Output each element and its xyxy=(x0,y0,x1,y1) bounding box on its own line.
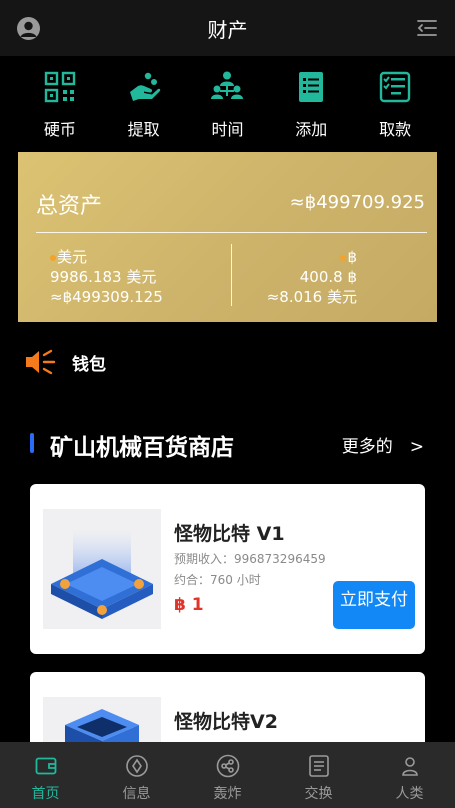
btc-balance: ฿ 400.8 ฿ ≈8.016 美元 xyxy=(267,247,357,307)
product-duration: 约合：760 小时 xyxy=(174,573,261,587)
quick-action-time[interactable]: 时间 xyxy=(195,70,259,140)
wallet-row[interactable]: 钱包 xyxy=(24,344,224,380)
bullet-dot xyxy=(340,254,347,261)
qr-grid-icon xyxy=(44,71,76,103)
quick-action-coins[interactable]: 硬币 xyxy=(28,70,92,140)
tab-people[interactable]: 人类 xyxy=(364,742,455,808)
quick-action-label: 取款 xyxy=(379,120,412,139)
total-assets-value: ≈฿499709.925 xyxy=(289,192,425,213)
document-icon xyxy=(308,755,329,777)
store-section-header: 矿山机械百货商店 更多的 > xyxy=(30,428,430,461)
usd-amount: 9986.183 美元 xyxy=(50,268,157,286)
usd-balance: 美元 9986.183 美元 ≈฿499309.125 xyxy=(50,247,163,307)
tab-home[interactable]: 首页 xyxy=(0,742,91,808)
btc-converted: ≈8.016 美元 xyxy=(266,288,357,306)
quick-action-label: 提取 xyxy=(127,120,160,139)
product-image xyxy=(43,509,161,629)
share-icon xyxy=(216,754,239,778)
btc-amount: 400.8 ฿ xyxy=(299,268,357,286)
team-icon xyxy=(211,71,244,99)
user-avatar-icon[interactable] xyxy=(17,17,40,40)
tab-label: 交换 xyxy=(304,786,333,802)
wallet-label: 钱包 xyxy=(72,354,106,375)
quick-action-add[interactable]: 添加 xyxy=(279,70,343,140)
tab-label: 人类 xyxy=(395,786,424,802)
page-title: 财产 xyxy=(207,17,248,42)
quick-action-label: 硬币 xyxy=(43,120,76,139)
list-document-icon xyxy=(299,72,324,102)
quick-action-label: 时间 xyxy=(211,120,244,139)
usd-converted: ≈฿499309.125 xyxy=(50,288,163,306)
speaker-icon xyxy=(26,349,56,375)
divider xyxy=(36,232,427,233)
divider xyxy=(231,244,232,306)
tab-label: 轰炸 xyxy=(213,786,242,802)
btc-currency-label: ฿ xyxy=(347,248,357,266)
product-name: 怪物比特 V1 xyxy=(174,523,285,545)
bullet-dot xyxy=(50,254,56,261)
quick-action-withdraw[interactable]: 提取 xyxy=(112,70,176,140)
tab-label: 信息 xyxy=(122,786,151,802)
wallet-icon xyxy=(35,757,56,775)
tab-exchange[interactable]: 交换 xyxy=(273,742,364,808)
total-assets-card: 总资产 ≈฿499709.925 美元 9986.183 美元 ≈฿499309… xyxy=(18,152,437,322)
person-icon xyxy=(401,757,418,776)
quick-action-withdrawal[interactable]: 取款 xyxy=(363,70,427,140)
total-assets-label: 总资产 xyxy=(36,194,103,219)
product-price: ฿ 1 xyxy=(174,595,204,615)
quick-action-label: 添加 xyxy=(295,120,328,139)
tab-bomb[interactable]: 轰炸 xyxy=(182,742,273,808)
hand-coins-icon xyxy=(129,72,160,101)
checklist-icon xyxy=(379,71,411,103)
section-accent-bar xyxy=(30,433,34,453)
tab-label: 首页 xyxy=(31,786,60,802)
product-name: 怪物比特V2 xyxy=(174,711,278,733)
menu-collapse-icon[interactable] xyxy=(416,18,438,38)
product-expected-income: 预期收入：996873296459 xyxy=(174,552,326,566)
bottom-tab-bar: 首页 信息 轰炸 交换 人类 xyxy=(0,742,455,808)
section-title: 矿山机械百货商店 xyxy=(50,435,234,461)
quick-actions: 硬币 提取 时间 添加 取款 xyxy=(0,70,455,140)
tab-info[interactable]: 信息 xyxy=(91,742,182,808)
usd-currency-label: 美元 xyxy=(57,248,88,266)
pay-now-button[interactable]: 立即支付 xyxy=(333,581,415,629)
product-card[interactable]: 怪物比特 V1 预期收入：996873296459 约合：760 小时 ฿ 1 … xyxy=(30,484,425,654)
compass-icon xyxy=(125,755,148,777)
top-bar: 财产 xyxy=(0,0,455,56)
more-link[interactable]: 更多的 > xyxy=(342,432,424,457)
